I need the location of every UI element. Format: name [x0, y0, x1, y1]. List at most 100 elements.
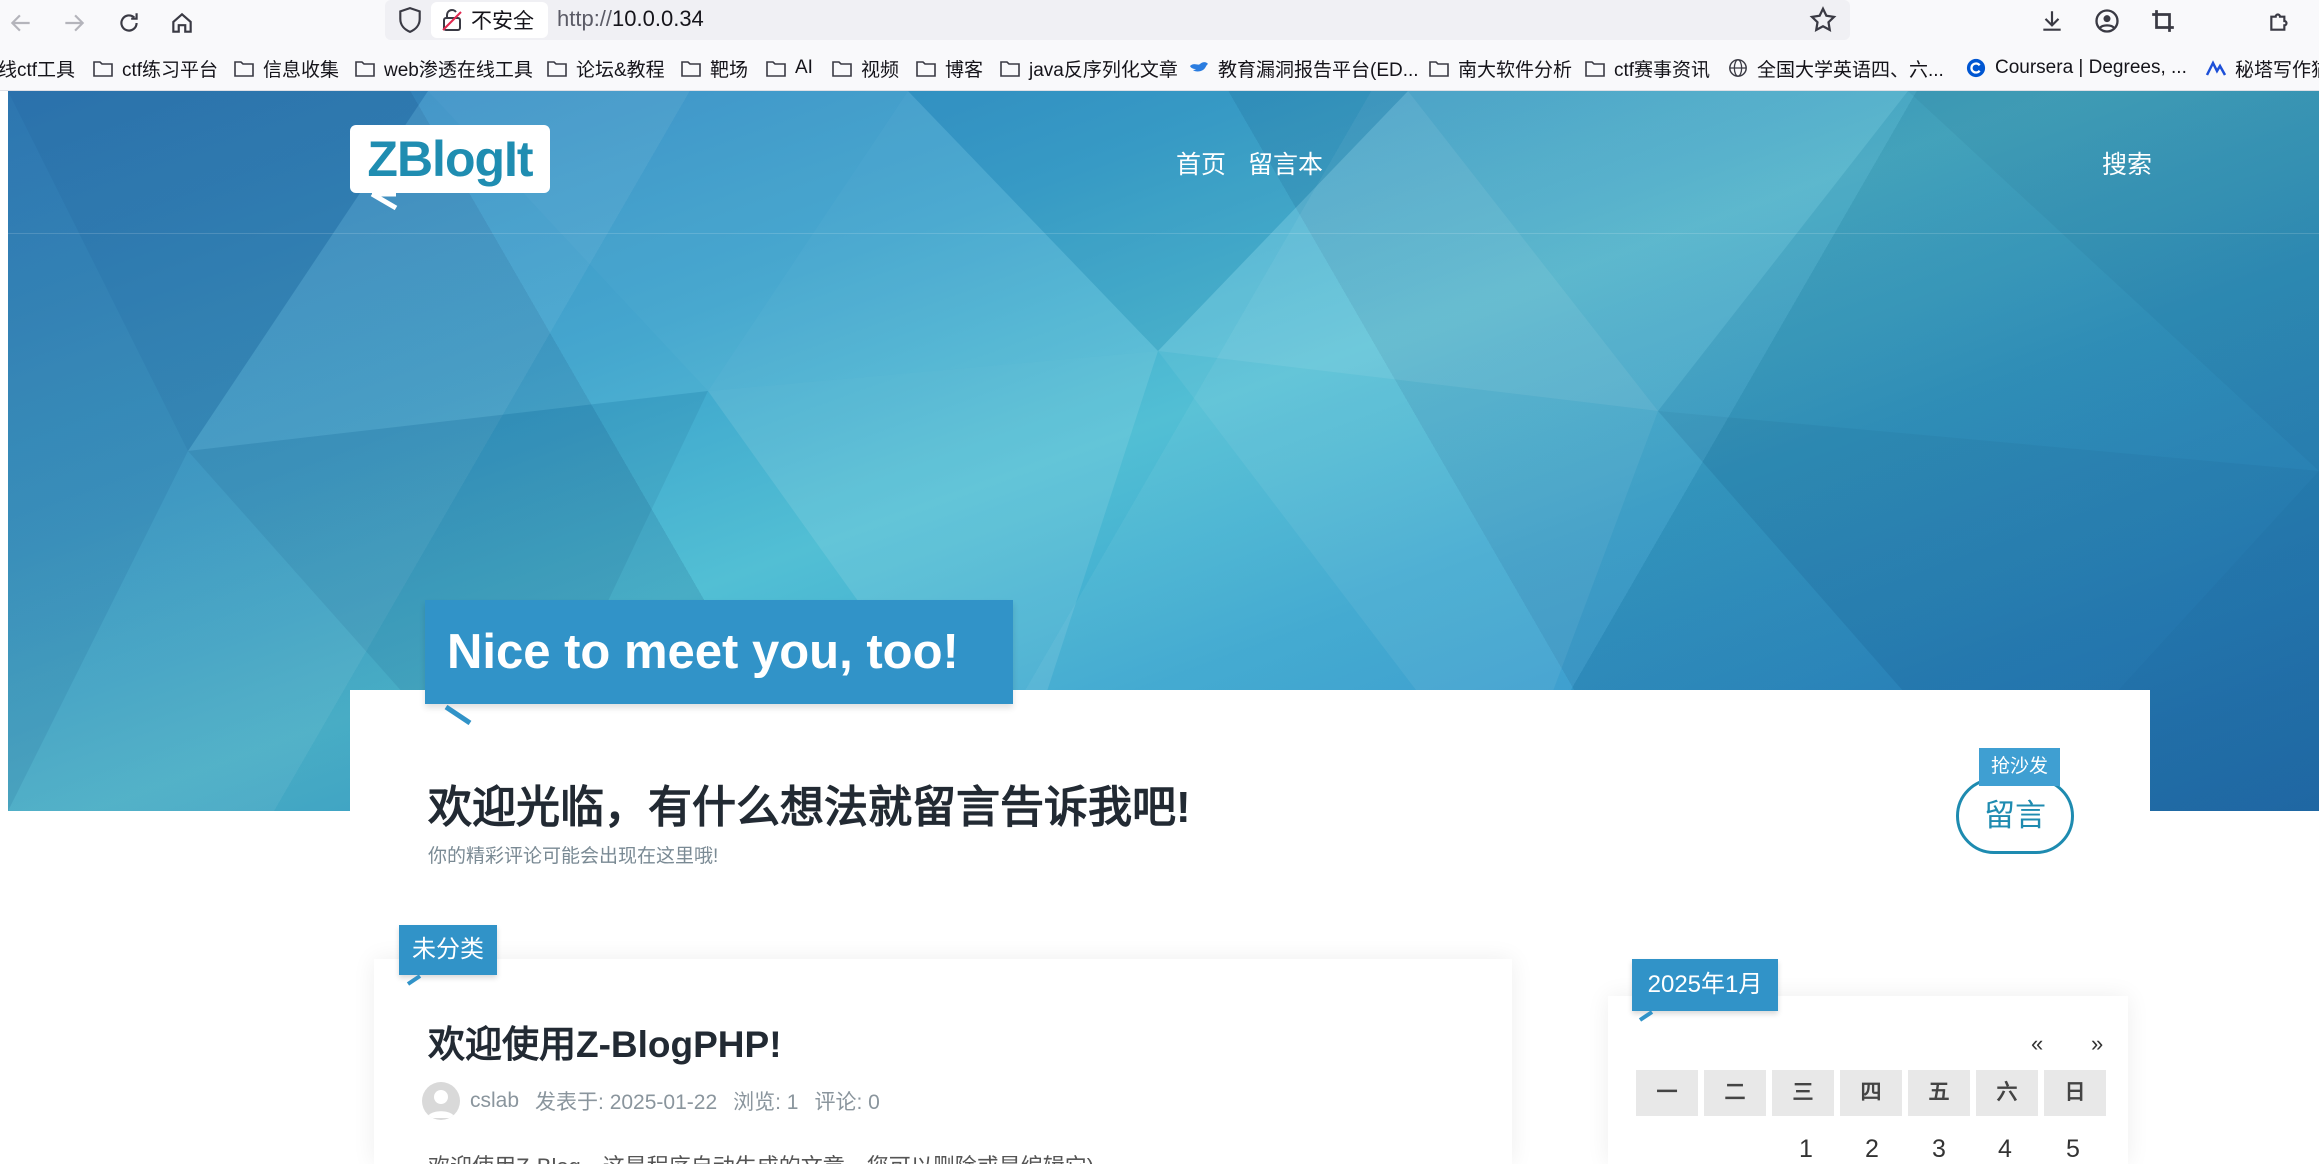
bookmark-folder[interactable]: 论坛&教程 — [546, 55, 665, 81]
calendar-day[interactable]: 2 — [1865, 1135, 1879, 1164]
url-scheme: http:// — [557, 6, 613, 31]
metaso-icon — [2205, 60, 2227, 76]
bookmark-folder[interactable]: 南大软件分析 — [1428, 55, 1572, 81]
bookmark-folder[interactable]: 视频 — [831, 55, 899, 81]
downloads-button[interactable] — [2035, 4, 2069, 38]
folder-icon — [832, 61, 852, 77]
back-button[interactable] — [2, 4, 40, 42]
post-author[interactable]: cslab — [470, 1089, 519, 1113]
insecure-label: 不安全 — [471, 10, 534, 33]
post-comments: 评论: 0 — [814, 1091, 880, 1114]
bookmark-folder[interactable]: web渗透在线工具 — [354, 55, 533, 81]
folder-icon — [916, 61, 936, 77]
post-views: 浏览: 1 — [733, 1091, 799, 1114]
weekday-cell: 一 — [1636, 1070, 1698, 1116]
bookmark-label: 论坛&教程 — [576, 59, 665, 81]
bookmark-folder[interactable]: 博客 — [915, 55, 983, 81]
bookmark-label: 全国大学英语四、六... — [1757, 59, 1944, 81]
calendar-day[interactable]: 1 — [1799, 1135, 1813, 1164]
browser-toolbar: 不安全 http://10.0.0.34 — [0, 0, 2319, 46]
sofa-tag: 抢沙发 — [1979, 748, 2060, 786]
bookmark-label: 线ctf工具 — [0, 59, 76, 81]
welcome-subtitle: 你的精彩评论可能会出现在这里哦! — [428, 846, 719, 867]
bookmark-folder[interactable]: 靶场 — [680, 55, 748, 81]
folder-icon — [1000, 61, 1020, 77]
forward-button[interactable] — [55, 4, 93, 42]
site-logo[interactable]: ZBlogIt — [350, 125, 550, 193]
bookmark-item[interactable]: 秘塔写作猫 — [2205, 55, 2319, 81]
bookmark-label: 靶场 — [710, 59, 749, 81]
nav-search[interactable]: 搜索 — [2102, 145, 2152, 181]
folder-icon — [547, 61, 567, 77]
weekday-cell: 二 — [1704, 1070, 1766, 1116]
bookmark-item[interactable]: 线ctf工具 — [0, 55, 75, 81]
bookmark-folder[interactable]: 信息收集 — [233, 55, 339, 81]
bookmark-label: ctf练习平台 — [122, 59, 219, 81]
bookmark-label: 南大软件分析 — [1458, 59, 1573, 81]
bookmark-item[interactable]: 全国大学英语四、六... — [1727, 55, 1944, 81]
extensions-button[interactable] — [2263, 4, 2297, 38]
weekday-cell: 四 — [1840, 1070, 1902, 1116]
bookmark-folder[interactable]: AI — [765, 55, 813, 81]
calendar-next[interactable]: » — [2091, 1031, 2103, 1057]
bookmark-label: 信息收集 — [263, 59, 340, 81]
bookmark-item[interactable]: 教育漏洞报告平台(ED... — [1188, 55, 1419, 81]
post-meta: cslab 发表于: 2025-01-22 浏览: 1 评论: 0 — [422, 1081, 896, 1121]
leave-message-button[interactable]: 留言 — [1956, 778, 2074, 854]
post-excerpt: 欢迎使用Z-Blog，这是程序自动生成的文章，您可以删除或是编辑它) — [428, 1149, 1094, 1164]
bookmark-label: 教育漏洞报告平台(ED... — [1218, 59, 1419, 81]
url-text[interactable]: http://10.0.0.34 — [557, 6, 704, 32]
reload-button[interactable] — [110, 4, 148, 42]
nav-guestbook[interactable]: 留言本 — [1248, 151, 1323, 179]
bookmark-label: web渗透在线工具 — [384, 59, 533, 81]
screenshot-button[interactable] — [2146, 4, 2180, 38]
calendar-prev[interactable]: « — [2031, 1031, 2043, 1057]
bookmark-label: ctf赛事资讯 — [1614, 59, 1711, 81]
calendar-weekdays: 一 二 三 四 五 六 日 — [1636, 1070, 2106, 1116]
home-button[interactable] — [163, 4, 201, 42]
globe-icon — [1729, 59, 1747, 77]
bookmark-label: 秘塔写作猫 — [2235, 59, 2319, 81]
folder-icon — [766, 61, 786, 77]
calendar-day[interactable]: 4 — [1998, 1135, 2012, 1164]
header-divider — [8, 233, 2319, 234]
account-button[interactable] — [2090, 4, 2124, 38]
tag-tail-icon — [406, 974, 422, 986]
weekday-cell: 六 — [1976, 1070, 2038, 1116]
folder-icon — [234, 61, 254, 77]
arrow-left-icon — [10, 14, 30, 32]
bookmark-label: AI — [795, 57, 813, 78]
bookmark-folder[interactable]: java反序列化文章 — [999, 55, 1178, 81]
bookmark-star-icon[interactable] — [1808, 5, 1838, 35]
tag-tail-icon — [1638, 1010, 1654, 1022]
calendar-day[interactable]: 5 — [2066, 1135, 2080, 1164]
connection-insecure-badge[interactable]: 不安全 — [431, 2, 548, 38]
url-host: 10.0.0.34 — [612, 6, 704, 31]
post-title[interactable]: 欢迎使用Z-BlogPHP! — [428, 1014, 782, 1068]
broken-lock-icon — [442, 9, 462, 31]
puzzle-icon — [2270, 13, 2288, 31]
folder-icon — [681, 61, 701, 77]
bookmark-label: Coursera | Degrees, ... — [1995, 57, 2187, 78]
web-page: ZBlogIt 首页 留言本 搜索 Nice to meet you, too! … — [8, 91, 2319, 1164]
arrow-right-icon — [65, 14, 85, 32]
bookmark-folder[interactable]: ctf练习平台 — [92, 55, 218, 81]
folder-icon — [93, 61, 113, 77]
banner-tail-icon — [444, 704, 472, 725]
bookmark-folder[interactable]: ctf赛事资讯 — [1584, 55, 1710, 81]
user-icon — [427, 1090, 455, 1118]
avatar[interactable] — [422, 1082, 460, 1120]
weekday-cell: 五 — [1908, 1070, 1970, 1116]
category-tag[interactable]: 未分类 — [399, 925, 497, 975]
shield-icon[interactable] — [397, 6, 423, 34]
folder-icon — [1429, 61, 1449, 77]
logo-tail-icon — [370, 192, 398, 211]
url-bar[interactable]: 不安全 http://10.0.0.34 — [385, 0, 1850, 40]
post-date: 发表于: 2025-01-22 — [535, 1091, 718, 1114]
nav-home[interactable]: 首页 — [1176, 151, 1226, 179]
weekday-cell: 三 — [1772, 1070, 1834, 1116]
calendar-day[interactable]: 3 — [1932, 1135, 1946, 1164]
bookmark-item[interactable]: Coursera | Degrees, ... — [1965, 55, 2187, 81]
greeting-banner: Nice to meet you, too! — [425, 600, 1013, 704]
home-icon — [172, 12, 192, 33]
